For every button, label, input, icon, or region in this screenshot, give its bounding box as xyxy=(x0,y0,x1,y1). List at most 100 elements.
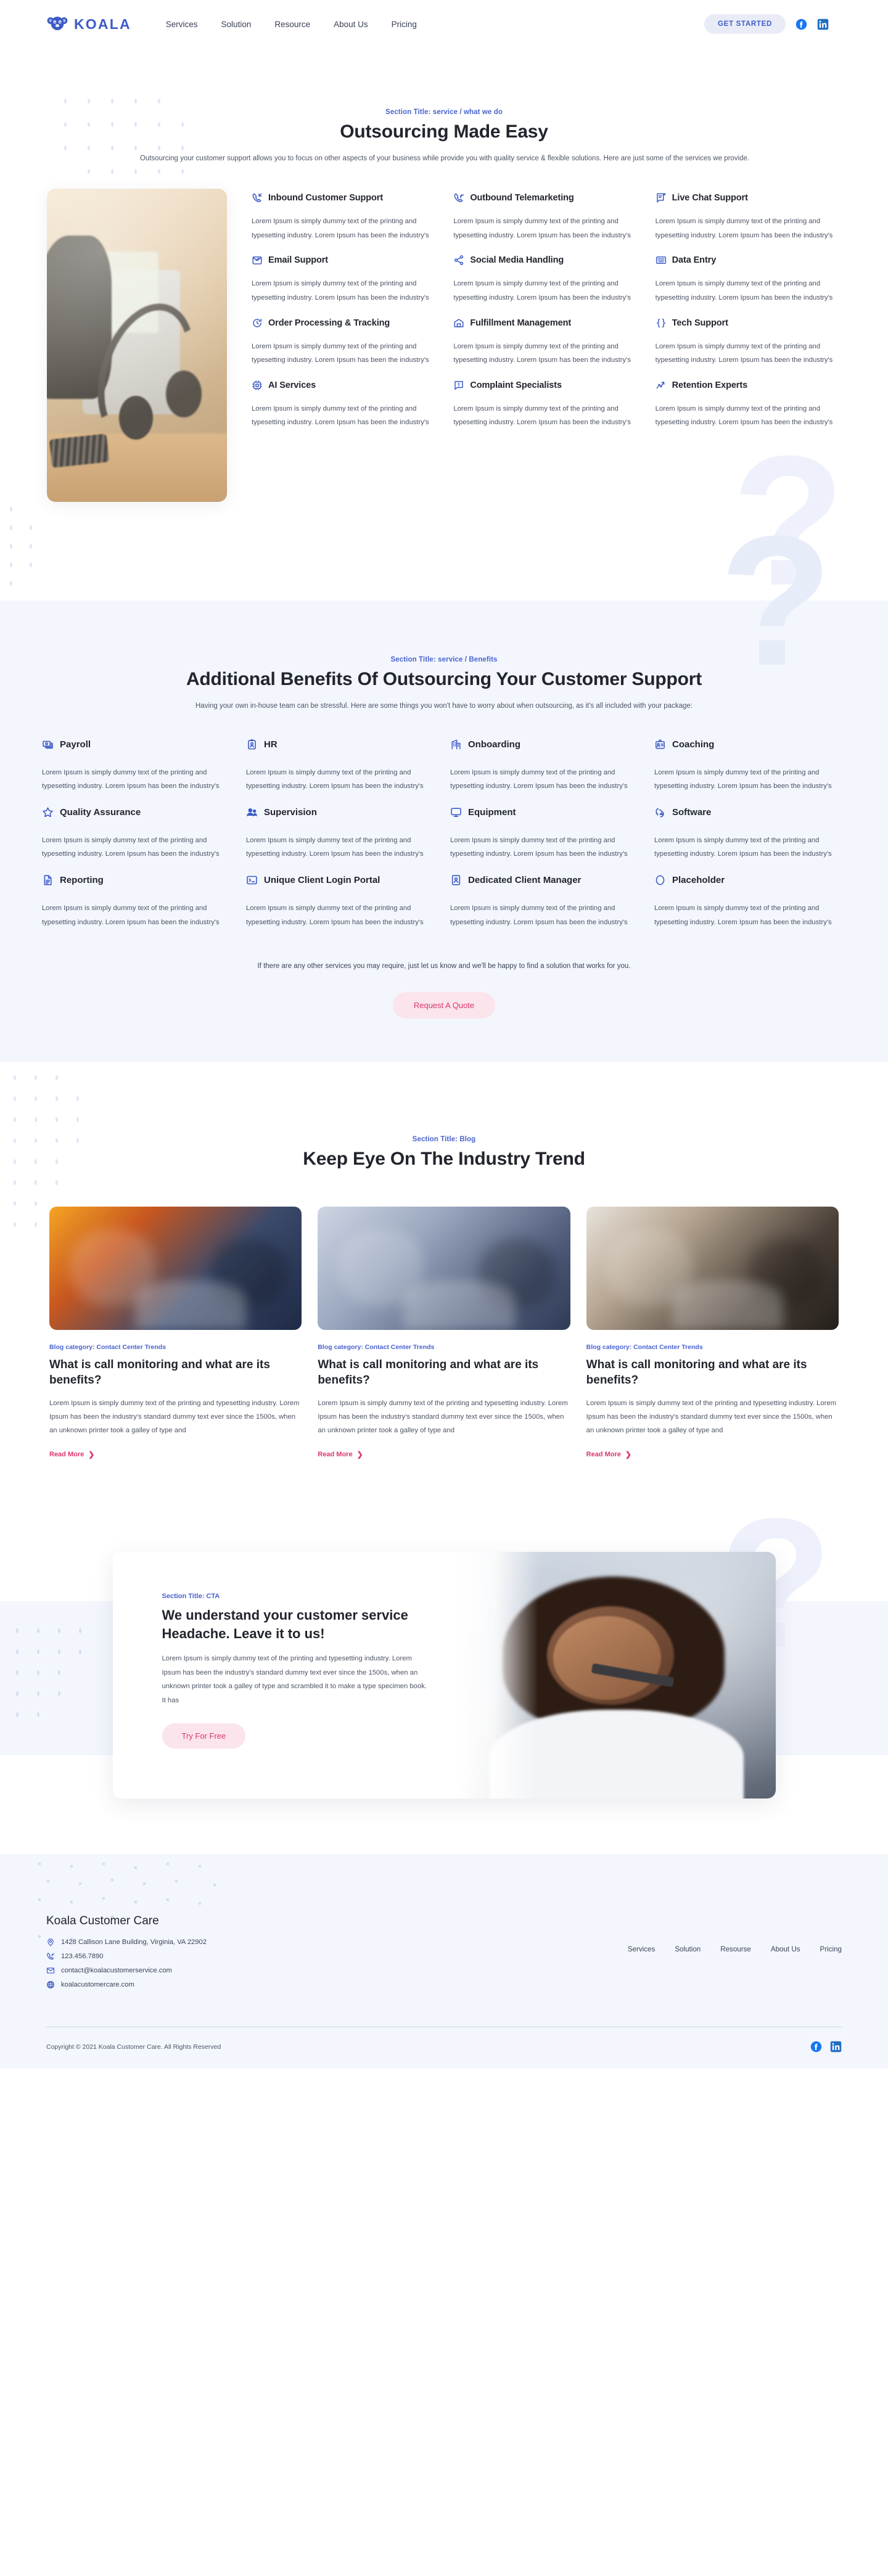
benefit-card[interactable]: Placeholder Lorem Ipsum is simply dummy … xyxy=(654,874,846,929)
nav-item-services[interactable]: Services xyxy=(166,20,198,29)
keyboard-icon xyxy=(656,255,667,266)
benefit-card[interactable]: Dedicated Client Manager Lorem Ipsum is … xyxy=(450,874,642,929)
blog-post-title: What is call monitoring and what are its… xyxy=(318,1358,539,1387)
benefit-card[interactable]: Equipment Lorem Ipsum is simply dummy te… xyxy=(450,806,642,861)
footer-phone[interactable]: 123.456.7890 xyxy=(46,1952,207,1961)
blog-excerpt: Lorem Ipsum is simply dummy text of the … xyxy=(586,1400,837,1435)
get-started-button[interactable]: GET STARTED xyxy=(704,14,786,34)
chat-alert-icon xyxy=(453,380,464,391)
service-card[interactable]: Social Media Handling Lorem Ipsum is sim… xyxy=(453,251,639,305)
facebook-icon[interactable] xyxy=(810,2041,822,2053)
benefits-note: If there are any other services you may … xyxy=(257,962,631,970)
envelope-check-icon xyxy=(252,255,263,266)
service-card[interactable]: Order Processing & Tracking Lorem Ipsum … xyxy=(252,314,437,367)
service-card[interactable]: Data Entry Lorem Ipsum is simply dummy t… xyxy=(656,251,841,305)
service-title: Email Support xyxy=(268,255,328,266)
benefit-card[interactable]: Unique Client Login Portal Lorem Ipsum i… xyxy=(246,874,438,929)
service-desc: Lorem Ipsum is simply dummy text of the … xyxy=(453,280,631,302)
request-a-quote-button[interactable]: Request A Quote xyxy=(392,992,496,1019)
benefit-desc: Lorem Ipsum is simply dummy text of the … xyxy=(654,768,832,790)
facebook-icon[interactable] xyxy=(796,18,807,30)
nav-item-resource[interactable]: Resource xyxy=(274,20,310,29)
outbound-call-icon xyxy=(453,192,464,203)
warehouse-icon xyxy=(453,318,464,329)
nav-item-pricing[interactable]: Pricing xyxy=(392,20,417,29)
service-desc: Lorem Ipsum is simply dummy text of the … xyxy=(453,218,631,239)
service-card[interactable]: Fulfillment Management Lorem Ipsum is si… xyxy=(453,314,639,367)
footer-nav-item-resourse[interactable]: Resourse xyxy=(720,1945,751,1953)
service-card[interactable]: Outbound Telemarketing Lorem Ipsum is si… xyxy=(453,189,639,242)
id-card-icon xyxy=(654,739,666,750)
blog-card[interactable]: Blog category: Contact Center Trends Wha… xyxy=(586,1207,839,1459)
code-braces-icon xyxy=(656,318,667,329)
service-title: Complaint Specialists xyxy=(470,380,562,390)
site-footer: Koala Customer Care 1428 Callison Lane B… xyxy=(0,1854,888,2069)
benefit-desc: Lorem Ipsum is simply dummy text of the … xyxy=(654,904,832,926)
service-card[interactable]: Email Support Lorem Ipsum is simply dumm… xyxy=(252,251,437,305)
read-more-link[interactable]: Read More ❯ xyxy=(586,1451,631,1458)
read-more-link[interactable]: Read More ❯ xyxy=(318,1451,363,1458)
footer-nav-item-about-us[interactable]: About Us xyxy=(771,1945,800,1953)
koala-logo-icon xyxy=(47,15,68,33)
building-icon xyxy=(450,739,462,750)
trend-chart-icon xyxy=(656,380,667,391)
footer-nav-item-solution[interactable]: Solution xyxy=(675,1945,701,1953)
blog-category: Blog category: Contact Center Trends xyxy=(49,1343,166,1352)
service-card[interactable]: Inbound Customer Support Lorem Ipsum is … xyxy=(252,189,437,242)
call-center-photo xyxy=(47,189,227,502)
try-for-free-button[interactable]: Try For Free xyxy=(162,1723,246,1749)
benefits-title: Additional Benefits Of Outsourcing Your … xyxy=(186,669,702,690)
benefit-card[interactable]: Software Lorem Ipsum is simply dummy tex… xyxy=(654,806,846,861)
service-title: Tech Support xyxy=(672,318,728,328)
benefit-card[interactable]: Quality Assurance Lorem Ipsum is simply … xyxy=(42,806,234,861)
footer-email[interactable]: contact@koalacustomerservice.com xyxy=(46,1966,207,1975)
benefits-grid: Payroll Lorem Ipsum is simply dummy text… xyxy=(37,738,851,930)
benefit-card[interactable]: Coaching Lorem Ipsum is simply dummy tex… xyxy=(654,738,846,794)
read-more-label: Read More xyxy=(49,1451,84,1459)
nav-item-solution[interactable]: Solution xyxy=(221,20,252,29)
cta-eyebrow: Section Title: CTA xyxy=(162,1593,220,1601)
linkedin-icon[interactable] xyxy=(817,18,829,30)
benefit-card[interactable]: Onboarding Lorem Ipsum is simply dummy t… xyxy=(450,738,642,794)
service-card[interactable]: Tech Support Lorem Ipsum is simply dummy… xyxy=(656,314,841,367)
site-header: KOALA Services Solution Resource About U… xyxy=(0,0,888,48)
footer-website[interactable]: koalacustomercare.com xyxy=(46,1980,207,1989)
service-desc: Lorem Ipsum is simply dummy text of the … xyxy=(655,342,833,364)
cta-description: Lorem Ipsum is simply dummy text of the … xyxy=(162,1655,427,1704)
blog-grid: Blog category: Contact Center Trends Wha… xyxy=(49,1207,839,1459)
benefit-title: Quality Assurance xyxy=(60,806,141,818)
service-card[interactable]: Retention Experts Lorem Ipsum is simply … xyxy=(656,376,841,430)
benefit-card[interactable]: Payroll Lorem Ipsum is simply dummy text… xyxy=(42,738,234,794)
brand-logo[interactable]: KOALA xyxy=(47,15,131,33)
service-card[interactable]: Complaint Specialists Lorem Ipsum is sim… xyxy=(453,376,639,430)
service-desc: Lorem Ipsum is simply dummy text of the … xyxy=(252,218,429,239)
benefits-eyebrow: Section Title: service / Benefits xyxy=(390,656,498,664)
benefit-card[interactable]: Supervision Lorem Ipsum is simply dummy … xyxy=(246,806,438,861)
linkedin-icon[interactable] xyxy=(830,2041,842,2053)
chevron-right-icon: ❯ xyxy=(625,1450,631,1459)
footer-nav-item-pricing[interactable]: Pricing xyxy=(820,1945,842,1953)
benefit-title: Unique Client Login Portal xyxy=(264,874,380,885)
blog-category: Blog category: Contact Center Trends xyxy=(586,1343,703,1352)
brand-name: KOALA xyxy=(74,15,131,32)
share-network-icon xyxy=(453,255,464,266)
blog-title: Keep Eye On The Industry Trend xyxy=(303,1149,585,1170)
blog-card[interactable]: Blog category: Contact Center Trends Wha… xyxy=(318,1207,570,1459)
benefit-desc: Lorem Ipsum is simply dummy text of the … xyxy=(450,768,628,790)
benefit-title: Software xyxy=(672,806,712,818)
cta-section: ? Section Title: CTA We understand your … xyxy=(0,1490,888,1855)
benefit-desc: Lorem Ipsum is simply dummy text of the … xyxy=(246,768,424,790)
benefit-card[interactable]: HR Lorem Ipsum is simply dummy text of t… xyxy=(246,738,438,794)
copyright-text: Copyright © 2021 Koala Customer Care. Al… xyxy=(46,2043,221,2051)
benefit-card[interactable]: Reporting Lorem Ipsum is simply dummy te… xyxy=(42,874,234,929)
read-more-link[interactable]: Read More ❯ xyxy=(49,1451,94,1458)
read-more-label: Read More xyxy=(586,1451,621,1459)
services-grid: Inbound Customer Support Lorem Ipsum is … xyxy=(252,189,841,430)
blog-card[interactable]: Blog category: Contact Center Trends Wha… xyxy=(49,1207,302,1459)
footer-nav-item-services[interactable]: Services xyxy=(628,1945,655,1953)
service-card[interactable]: AI Services Lorem Ipsum is simply dummy … xyxy=(252,376,437,430)
service-title: Live Chat Support xyxy=(672,193,748,203)
service-desc: Lorem Ipsum is simply dummy text of the … xyxy=(655,280,833,302)
nav-item-about-us[interactable]: About Us xyxy=(334,20,368,29)
service-card[interactable]: Live Chat Support Lorem Ipsum is simply … xyxy=(656,189,841,242)
